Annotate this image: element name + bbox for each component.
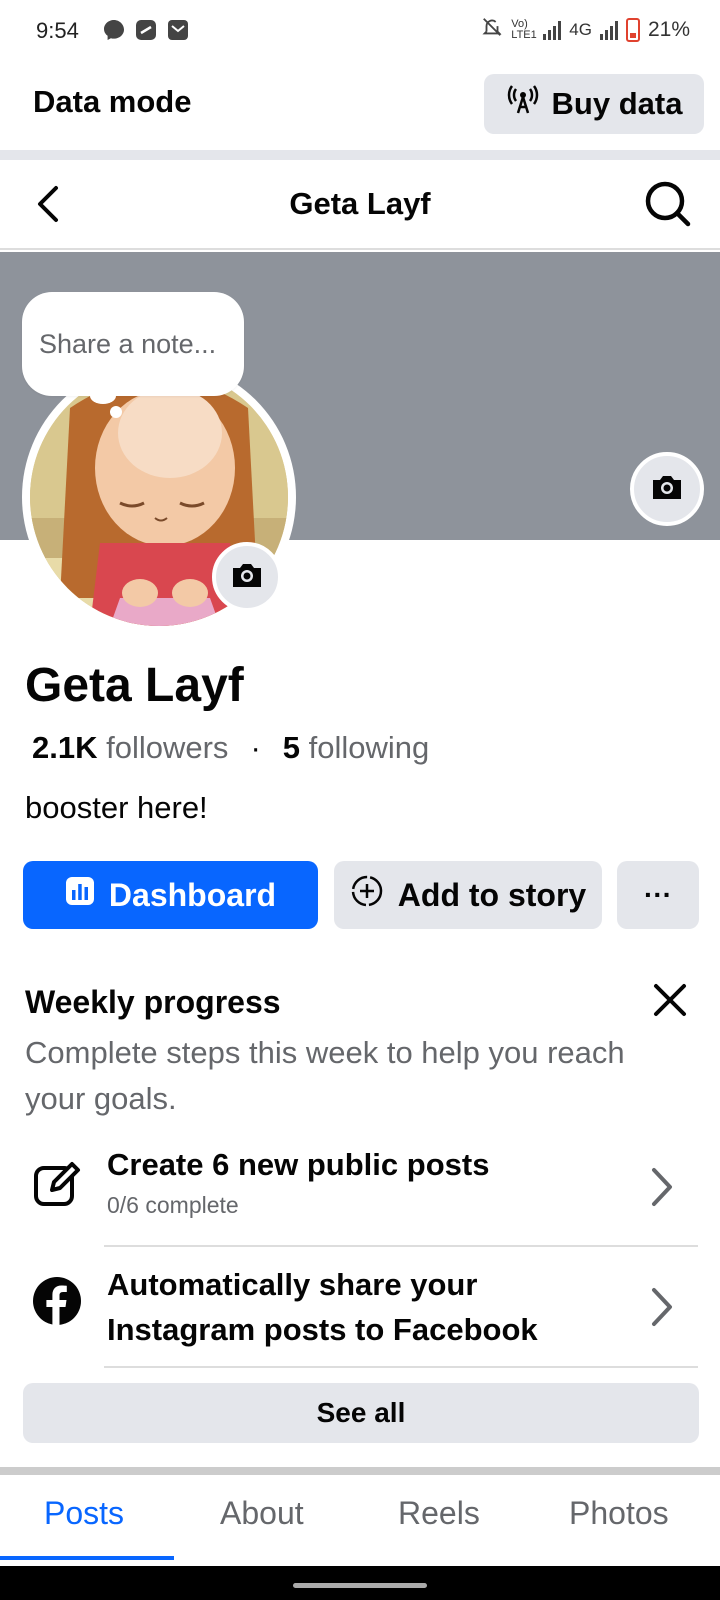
following-link[interactable]: 5 following: [283, 730, 430, 766]
tab-about[interactable]: About: [220, 1495, 304, 1532]
search-icon[interactable]: [642, 178, 694, 230]
active-tab-indicator: [0, 1556, 174, 1560]
see-all-label: See all: [316, 1397, 406, 1428]
profile-actions: Dashboard Add to story ···: [23, 861, 699, 929]
signal-icon-2: [599, 20, 618, 40]
data-mode-title: Data mode: [33, 84, 192, 119]
add-circle-icon: [350, 874, 384, 916]
followers-label: followers: [106, 730, 229, 765]
home-gesture-bar[interactable]: [293, 1583, 427, 1588]
edit-cover-camera-button[interactable]: [630, 452, 704, 526]
dashboard-button[interactable]: Dashboard: [23, 861, 318, 929]
dashboard-label: Dashboard: [108, 876, 277, 913]
data-mode-bar: Data mode Buy data: [0, 62, 720, 148]
edit-avatar-camera-button[interactable]: [212, 542, 282, 612]
task-subtitle: 0/6 complete: [107, 1192, 239, 1218]
camera-icon: [230, 560, 264, 595]
divider: [104, 1245, 698, 1247]
add-to-story-label: Add to story: [397, 876, 587, 913]
profile-name: Geta Layf: [25, 659, 244, 712]
dashboard-icon: [65, 876, 95, 914]
status-bar: 9:54 Vo) LTE1 4G 21%: [0, 0, 720, 62]
tab-photos[interactable]: Photos: [569, 1495, 669, 1532]
see-all-button[interactable]: See all: [23, 1383, 699, 1443]
note-bubble-tail: [90, 388, 116, 404]
mute-icon: [481, 16, 503, 44]
follow-stats: 2.1K followers · 5 following: [32, 730, 429, 766]
battery-icon: [625, 18, 640, 42]
task-item[interactable]: Automatically share your Instagram posts…: [0, 1262, 720, 1354]
status-time: 9:54: [36, 18, 79, 43]
chevron-right-icon: [646, 1166, 676, 1208]
task-title: Automatically share your Instagram posts…: [107, 1267, 538, 1347]
profile-nav-bar: Geta Layf: [0, 160, 720, 250]
page-title: Geta Layf: [289, 186, 431, 221]
messenger-notification-icon: [102, 18, 126, 47]
volte-label: Vo) LTE1: [511, 18, 537, 41]
weekly-progress-description: Complete steps this week to help you rea…: [25, 1035, 625, 1116]
more-dots-icon: ···: [644, 879, 672, 910]
tab-reels[interactable]: Reels: [398, 1495, 480, 1532]
divider: [0, 1467, 720, 1475]
task-title: Create 6 new public posts: [107, 1147, 490, 1182]
profile-tabs: Posts About Reels Photos: [0, 1475, 720, 1565]
edit-icon: [32, 1160, 82, 1210]
network-type: 4G: [569, 20, 592, 39]
profile-bio: booster here!: [25, 790, 208, 825]
status-indicators: Vo) LTE1 4G 21%: [481, 16, 690, 44]
facebook-icon: [32, 1276, 82, 1326]
chevron-right-icon: [646, 1286, 676, 1328]
divider: [0, 150, 720, 160]
close-icon[interactable]: [650, 980, 690, 1020]
divider: [104, 1366, 698, 1368]
weekly-progress-title: Weekly progress: [25, 984, 281, 1020]
buy-data-label: Buy data: [551, 86, 683, 121]
app-notification-icon: [134, 18, 158, 47]
battery-percent: 21%: [647, 18, 690, 41]
note-bubble-tail-dot: [110, 406, 122, 418]
followers-link[interactable]: 2.1K followers: [32, 730, 228, 766]
share-note-bubble[interactable]: Share a note...: [22, 292, 244, 396]
tab-posts[interactable]: Posts: [44, 1495, 124, 1532]
signal-icon: [543, 20, 562, 40]
following-label: following: [308, 730, 430, 765]
buy-data-button[interactable]: Buy data: [484, 74, 704, 134]
more-options-button[interactable]: ···: [617, 861, 699, 929]
mail-notification-icon: [166, 18, 190, 47]
broadcast-icon: [506, 83, 540, 125]
share-note-placeholder: Share a note...: [39, 328, 217, 359]
add-to-story-button[interactable]: Add to story: [334, 861, 602, 929]
camera-icon: [650, 472, 684, 507]
following-count: 5: [282, 730, 301, 765]
separator-dot: ·: [250, 730, 261, 765]
followers-count: 2.1K: [32, 730, 98, 765]
task-item[interactable]: Create 6 new public posts 0/6 complete: [0, 1142, 720, 1228]
